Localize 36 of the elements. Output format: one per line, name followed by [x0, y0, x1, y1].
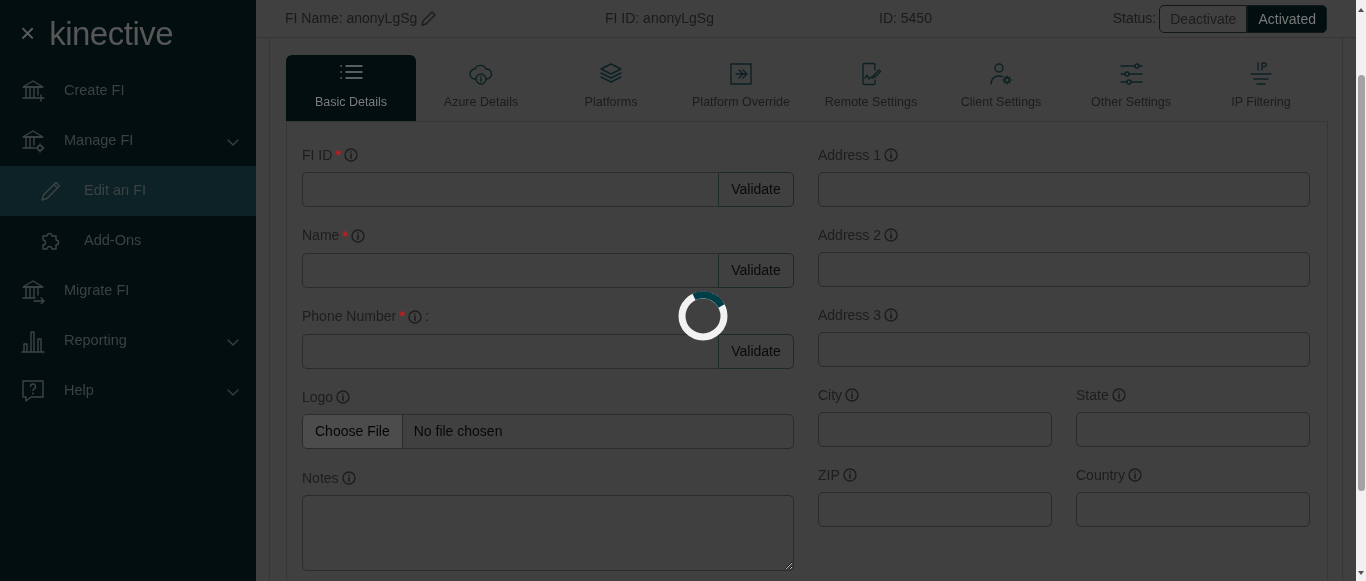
- bank-icon: [20, 78, 46, 104]
- input-field[interactable]: [302, 172, 718, 207]
- close-button[interactable]: ×: [20, 20, 36, 46]
- override-icon: [728, 61, 754, 88]
- sidebar-item[interactable]: Reporting: [0, 316, 256, 366]
- scroll-down-icon: [1357, 570, 1365, 577]
- file-field[interactable]: Choose File No file chosen: [302, 414, 794, 450]
- status-toggle[interactable]: Activated: [1247, 4, 1327, 33]
- ip-filter-icon: [1248, 61, 1274, 88]
- edit-button[interactable]: [420, 10, 438, 27]
- file-status: No file chosen: [412, 422, 503, 442]
- input-field[interactable]: [302, 252, 718, 288]
- required-marker: *: [335, 144, 342, 165]
- scroll-thumb[interactable]: [1357, 75, 1365, 491]
- sidebar-item[interactable]: Create FI: [0, 66, 256, 116]
- required-marker: *: [342, 225, 349, 246]
- sidebar-item[interactable]: Manage FI: [0, 116, 256, 166]
- notes-field[interactable]: [302, 495, 794, 571]
- input-field[interactable]: [302, 333, 718, 369]
- bank-icon: [20, 128, 46, 154]
- scroll-up-icon: [1357, 6, 1365, 13]
- label-colon: :: [425, 307, 429, 326]
- required-marker: *: [399, 306, 405, 327]
- choose-file-button[interactable]: Choose File: [303, 415, 403, 449]
- sliders-icon: [1118, 61, 1144, 88]
- pencil-icon: [420, 10, 438, 27]
- tab[interactable]: Basic Details: [286, 55, 416, 121]
- help-icon: [20, 378, 46, 404]
- logo: kinective: [49, 16, 174, 50]
- user-gear-icon: [988, 61, 1014, 88]
- sidebar-item[interactable]: Help: [0, 366, 256, 416]
- sidebar-item[interactable]: Add-Ons: [0, 216, 256, 266]
- sidebar-item[interactable]: Migrate FI: [0, 266, 256, 316]
- scrollbar[interactable]: [1356, 0, 1366, 581]
- bar-chart-icon: [20, 328, 46, 354]
- bank-icon: [20, 278, 46, 304]
